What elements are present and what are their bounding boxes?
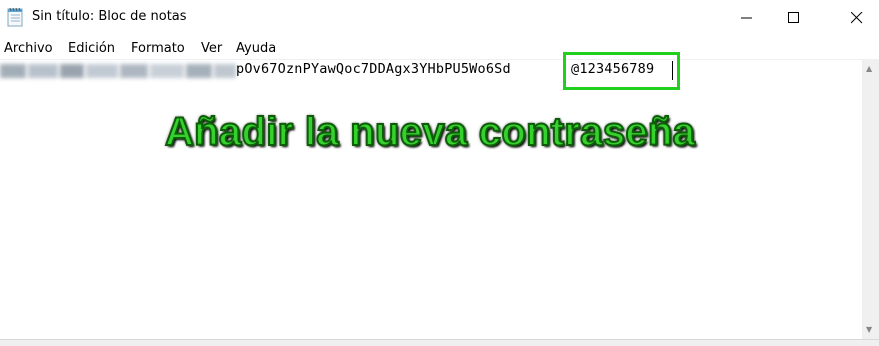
close-button[interactable]: [833, 0, 879, 35]
vertical-scrollbar[interactable]: ▲ ▼: [862, 59, 879, 339]
window-title: Sin título: Bloc de notas: [32, 9, 187, 24]
menu-ayuda[interactable]: Ayuda: [236, 41, 276, 56]
maximize-button[interactable]: [770, 0, 816, 35]
minimize-button[interactable]: [723, 0, 769, 35]
scroll-down-icon[interactable]: ▼: [866, 325, 872, 334]
annotation-caption: Añadir la nueva contraseña: [164, 109, 696, 155]
menu-archivo[interactable]: Archivo: [4, 41, 53, 56]
menu-ver[interactable]: Ver: [201, 41, 222, 56]
text-editor[interactable]: [0, 59, 862, 340]
menu-formato[interactable]: Formato: [131, 41, 185, 56]
notepad-window: Sin título: Bloc de notas Archivo Edició…: [0, 0, 879, 346]
close-icon: [851, 12, 863, 24]
text-caret: [672, 61, 673, 80]
redacted-text: [0, 64, 236, 78]
menu-edicion[interactable]: Edición: [68, 41, 115, 56]
password-highlight-box: [563, 52, 680, 90]
maximize-icon: [788, 12, 799, 23]
scroll-up-icon[interactable]: ▲: [866, 64, 872, 73]
title-bar[interactable]: Sin título: Bloc de notas: [0, 0, 879, 35]
notepad-icon: [7, 7, 24, 27]
menu-bar: Archivo Edición Formato Ver Ayuda: [0, 36, 879, 59]
document-text-line: pOv67OznPYawQoc7DDAgx3YHbPU5Wo6Sd: [236, 61, 511, 77]
minimize-icon: [741, 17, 752, 19]
